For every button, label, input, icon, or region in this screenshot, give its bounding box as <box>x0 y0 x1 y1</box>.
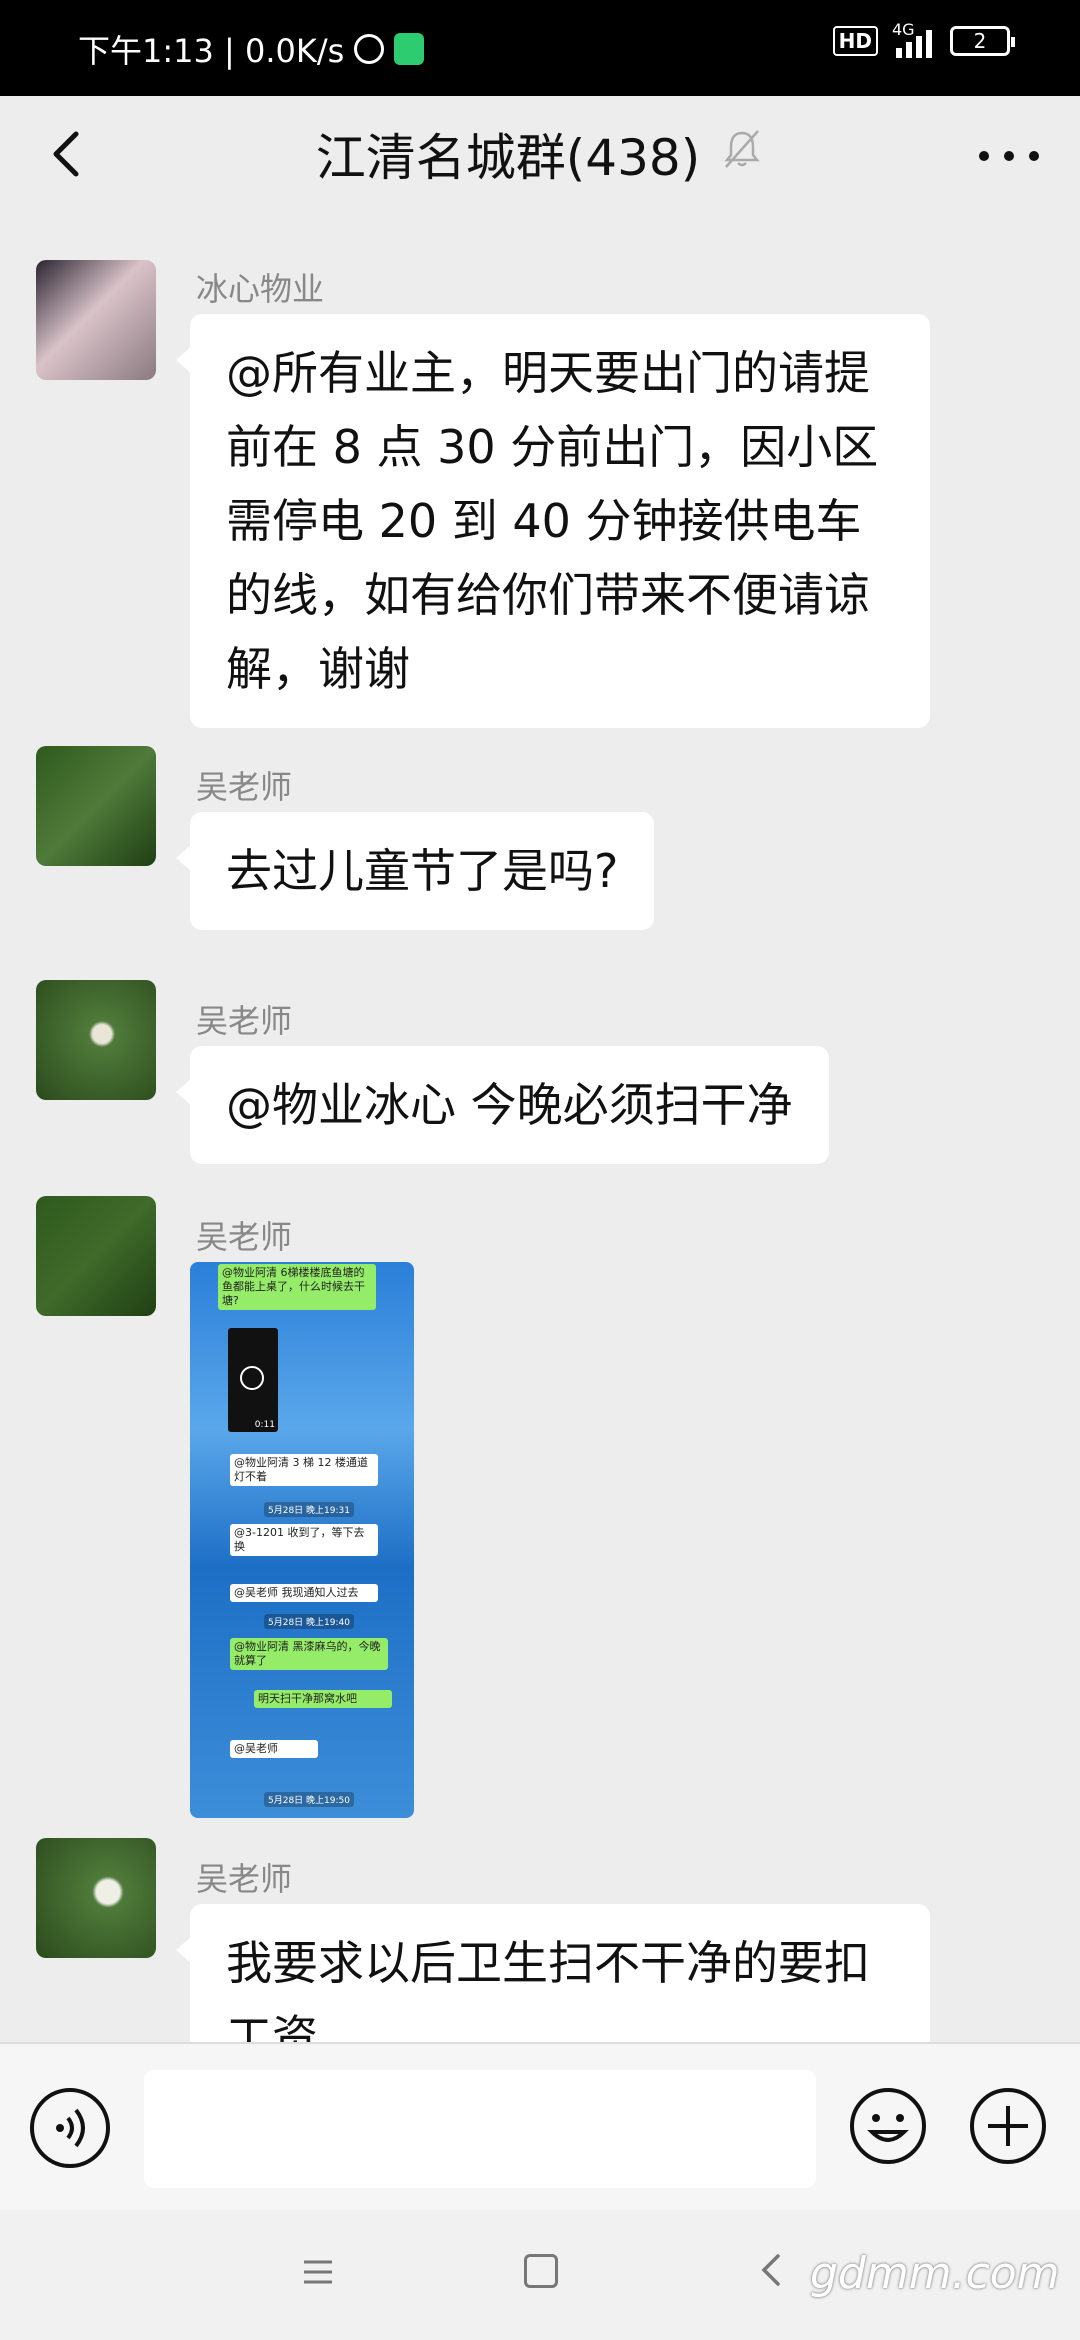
mini-timestamp: 5月28日 晚上19:40 <box>264 1614 354 1629</box>
alarm-icon <box>354 34 385 64</box>
mini-chat-line: @吴老师 我现通知人过去 <box>230 1584 378 1602</box>
avatar[interactable] <box>36 1838 156 1958</box>
hd-badge: HD <box>832 26 878 56</box>
avatar[interactable] <box>36 746 156 866</box>
more-button[interactable] <box>974 136 1044 176</box>
input-bar <box>0 2042 1080 2212</box>
sender-name: 吴老师 <box>196 768 293 806</box>
mini-timestamp: 5月28日 晚上19:50 <box>264 1792 354 1807</box>
avatar[interactable] <box>36 980 156 1100</box>
status-right: HD 4G 2 <box>832 20 1015 58</box>
message-input[interactable] <box>144 2070 816 2188</box>
mini-chat-line: @物业阿清 黑漆麻乌的，今晚就算了 <box>230 1638 388 1670</box>
voice-icon <box>56 2108 85 2148</box>
voice-button[interactable] <box>30 2088 110 2168</box>
sender-name: 吴老师 <box>196 1002 293 1040</box>
avatar[interactable] <box>36 1196 156 1316</box>
status-bar: 下午1:13 | 0.0K/s HD 4G 2 <box>0 0 1080 96</box>
mini-chat-line: @物业阿清 6梯楼楼底鱼塘的鱼都能上桌了，什么时候去干塘? <box>218 1264 376 1310</box>
video-duration: 0:11 <box>254 1420 275 1430</box>
menu-icon <box>304 2260 332 2284</box>
sender-name: 吴老师 <box>196 1860 293 1898</box>
emoji-icon <box>850 2088 926 2164</box>
avatar[interactable] <box>36 260 156 380</box>
more-dots-icon <box>979 151 1039 161</box>
mini-chat-line: 明天扫干净那窝水吧 <box>254 1690 392 1708</box>
menu-button[interactable] <box>300 2254 336 2290</box>
chat-area[interactable]: 冰心物业 @所有业主，明天要出门的请提前在 8 点 30 分前出门，因小区需停电… <box>0 226 1080 2042</box>
status-time-speed: 下午1:13 | 0.0K/s <box>78 32 345 70</box>
watermark: gdmm.com <box>810 2248 1060 2299</box>
message-bubble[interactable]: @所有业主，明天要出门的请提前在 8 点 30 分前出门，因小区需停电 20 到… <box>176 314 930 728</box>
mini-timestamp: 5月28日 晚上19:31 <box>264 1502 354 1517</box>
chat-header: 江清名城群(438) <box>0 96 1080 226</box>
shield-icon <box>394 33 425 65</box>
plus-button[interactable] <box>968 2086 1048 2166</box>
image-message[interactable]: @物业阿清 6梯楼楼底鱼塘的鱼都能上桌了，什么时候去干塘? 0:11 @物业阿清… <box>190 1262 414 1818</box>
mute-bell-icon <box>720 125 764 183</box>
mini-chat-line: @物业阿清 3 梯 12 楼通道灯不着 <box>230 1454 378 1486</box>
network-label: 4G <box>892 20 915 39</box>
chat-title: 江清名城群(438) <box>315 129 701 187</box>
message-bubble[interactable]: @物业冰心 今晚必须扫干净 <box>176 1046 829 1164</box>
nav-back-button[interactable] <box>752 2250 792 2290</box>
message-bubble[interactable]: 去过儿童节了是吗? <box>175 812 655 930</box>
emoji-button[interactable] <box>848 2086 928 2166</box>
title-bar: 江清名城群(438) <box>0 118 1080 190</box>
status-left: 下午1:13 | 0.0K/s <box>78 26 425 72</box>
battery-level: 2 <box>973 29 987 53</box>
plus-icon <box>970 2088 1046 2164</box>
home-button[interactable] <box>524 2254 558 2288</box>
play-icon <box>240 1366 264 1390</box>
back-arrow-icon <box>761 2254 780 2286</box>
signal-icon: 4G <box>892 20 932 58</box>
video-thumbnail: 0:11 <box>228 1328 278 1432</box>
message-bubble[interactable]: 我要求以后卫生扫不干净的要扣工资 <box>176 1904 930 2042</box>
battery-icon: 2 <box>950 26 1015 56</box>
sender-name: 吴老师 <box>196 1218 293 1256</box>
mini-chat-line: @吴老师 <box>230 1740 318 1758</box>
mini-chat-line: @3-1201 收到了，等下去换 <box>230 1524 378 1556</box>
sender-name: 冰心物业 <box>196 270 325 308</box>
system-nav-bar: gdmm.com <box>0 2210 1080 2340</box>
